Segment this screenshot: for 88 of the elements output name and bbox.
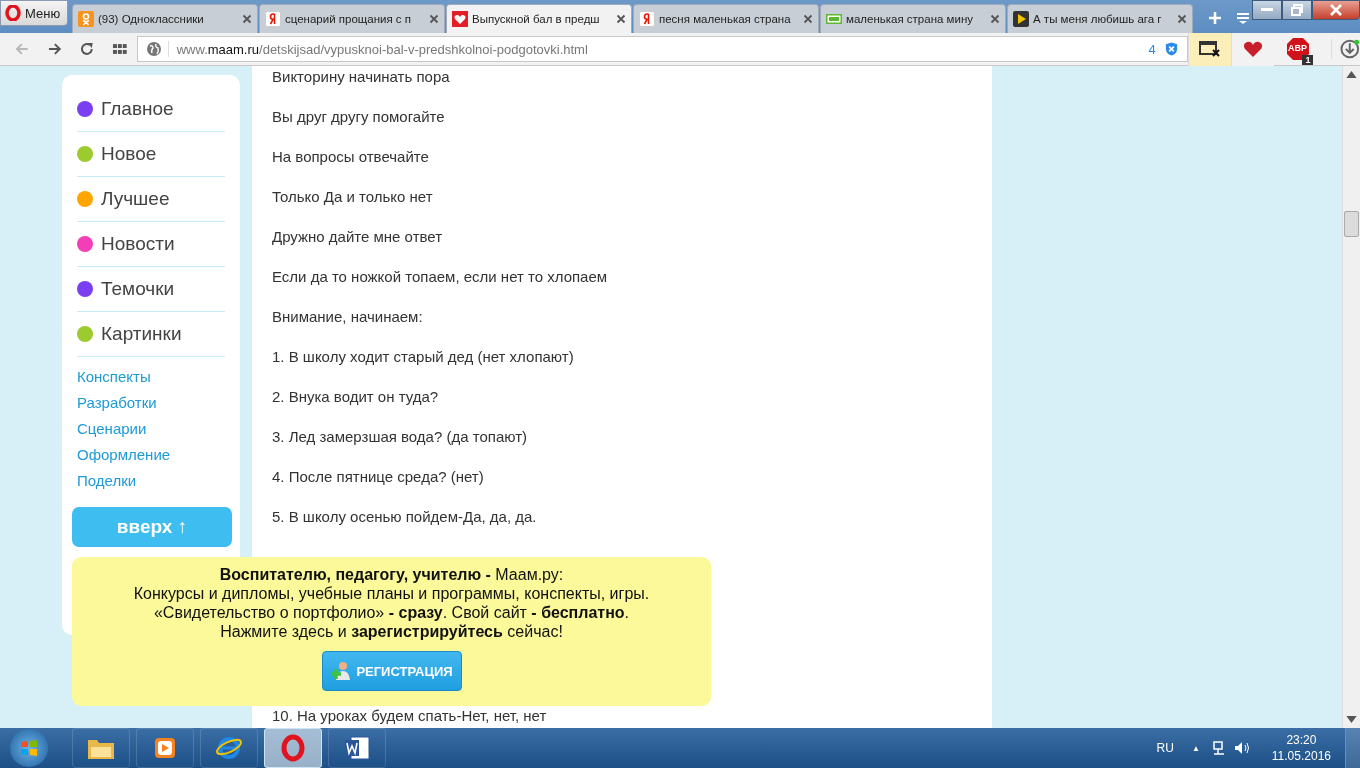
promo-text: «Свидетельство о портфолио» - сразу. Свой сайт - бесплатно. — [153, 603, 630, 622]
close-icon[interactable] — [990, 14, 1000, 24]
yandex-favicon-icon — [265, 11, 281, 27]
scroll-thumb[interactable] — [1344, 211, 1359, 237]
article-line: 5. В школу осенью пойдем-Да, да, да. — [272, 507, 538, 527]
opera-logo-icon — [5, 5, 21, 21]
browser-tab[interactable]: маленькая страна мину — [820, 4, 1006, 33]
abp-label: ABP — [1287, 43, 1307, 53]
windows-logo-icon — [19, 738, 39, 758]
sidebar-item[interactable]: Новое — [77, 132, 225, 177]
promo-text: Нажмите здесь и зарегистрируйтесь сейчас! — [220, 622, 563, 641]
tab-menu-icon[interactable] — [1236, 11, 1250, 25]
article-line: Если да то ножкой топаем, если нет то хлопаем — [272, 267, 609, 287]
minimize-button[interactable] — [1252, 0, 1282, 20]
heart-icon — [1242, 40, 1263, 58]
article-line: Вы друг другу помогайте — [272, 107, 446, 127]
sidebar-item[interactable]: Лучшее — [77, 177, 225, 222]
globe-icon — [145, 41, 169, 57]
menu-button[interactable]: Меню — [0, 0, 68, 26]
browser-tab[interactable]: сценарий прощания с п — [259, 4, 445, 33]
blocked-count: 4 — [1148, 41, 1156, 57]
abp-badge: 1 — [1302, 55, 1314, 65]
close-icon[interactable] — [1177, 14, 1187, 24]
forward-icon[interactable] — [46, 41, 63, 57]
close-icon[interactable] — [616, 14, 626, 24]
ok-favicon-icon — [78, 11, 94, 27]
download-icon[interactable] — [1331, 39, 1360, 59]
clock[interactable]: 23:20 11.05.2016 — [1271, 732, 1331, 764]
ad-block-button[interactable] — [1187, 32, 1231, 66]
reload-icon[interactable] — [79, 41, 95, 57]
address-field[interactable]: www.maam.ru/detskijsad/vypusknoi-bal-v-predshkolnoi-podgotovki.html 4 — [136, 36, 1188, 62]
heart-favicon-icon — [452, 11, 468, 27]
browser-tab[interactable]: песня маленькая страна — [633, 4, 819, 33]
tab-title: А ты меня любишь ага г — [1033, 13, 1163, 25]
opera-icon — [280, 734, 306, 762]
article-line: На вопросы отвечайте — [272, 147, 430, 167]
article-line: 10. На уроках будем спать-Нет, нет, нет — [272, 706, 548, 726]
article-line: 3. Лед замерзшая вода? (да топают) — [272, 427, 528, 447]
promo-text: Конкурсы и дипломы, учебные планы и программы, конспекты, игры. — [133, 584, 650, 603]
restore-icon — [1291, 4, 1303, 16]
mp3-favicon-icon — [826, 11, 842, 27]
sidebar-item[interactable]: Темочки — [77, 267, 225, 312]
play-favicon-icon — [1013, 11, 1029, 27]
yandex-favicon-icon — [639, 11, 655, 27]
tab-title: сценарий прощания с п — [285, 13, 413, 25]
sidebar-item[interactable]: Новости — [77, 222, 225, 267]
promo-text: Воспитателю, педагогу, учителю - Маам.ру: — [219, 565, 564, 584]
start-button[interactable] — [10, 729, 48, 767]
close-icon[interactable] — [803, 14, 813, 24]
speaker-icon[interactable] — [1233, 740, 1252, 756]
scrollbar[interactable] — [1342, 66, 1360, 728]
close-icon — [1329, 4, 1343, 16]
article-line: Дружно дайте мне ответ — [272, 227, 444, 247]
tab-title: песня маленькая страна — [659, 13, 792, 25]
restore-button[interactable] — [1282, 0, 1312, 20]
shield-icon[interactable] — [1163, 41, 1179, 57]
browser-tab[interactable]: Выпускной бал в предш — [446, 4, 632, 33]
article-line: 1. В школу ходит старый дед (нет хлопают) — [272, 347, 575, 367]
article-line: Внимание, начинаем: — [272, 307, 424, 327]
sidebar-item[interactable]: Картинки — [77, 312, 225, 357]
clock-time: 23:20 — [1286, 732, 1317, 748]
taskbar-app[interactable] — [264, 728, 322, 768]
grid-icon[interactable] — [112, 41, 128, 57]
promo-banner[interactable] — [72, 557, 711, 706]
browser-tab[interactable]: (93) Одноклассники — [72, 4, 258, 33]
new-tab-icon[interactable] — [1208, 11, 1222, 25]
url-text: www.maam.ru/detskijsad/vypusknoi-bal-v-predshkolnoi-podgotovki.html — [176, 41, 589, 57]
close-icon[interactable] — [242, 14, 252, 24]
article-line: 2. Внука водит он туда? — [272, 387, 440, 407]
sidebar-item[interactable]: Главное — [77, 87, 225, 132]
article-line: Викторину начинать пора — [272, 67, 451, 87]
tab-title: (93) Одноклассники — [98, 13, 205, 25]
show-hidden-icons[interactable]: ▲ — [1191, 743, 1200, 753]
tab-title: маленькая страна мину — [846, 13, 975, 25]
ie-icon — [215, 734, 243, 762]
add-user-icon — [330, 660, 353, 682]
minimize-icon — [1261, 8, 1273, 12]
browser-tab[interactable]: А ты меня любишь ага г — [1007, 4, 1193, 33]
article-line: Только Да и только нет — [272, 187, 434, 207]
close-icon[interactable] — [429, 14, 439, 24]
word-icon — [343, 734, 371, 762]
language-indicator[interactable]: RU — [1156, 741, 1174, 755]
window-x-icon — [1198, 40, 1221, 58]
media-player-icon — [152, 735, 178, 761]
close-button[interactable] — [1312, 0, 1360, 20]
tab-title: Выпускной бал в предш — [472, 13, 601, 25]
article-line: 4. После пятнице среда? (нет) — [272, 467, 485, 487]
clock-date: 11.05.2016 — [1271, 748, 1331, 764]
